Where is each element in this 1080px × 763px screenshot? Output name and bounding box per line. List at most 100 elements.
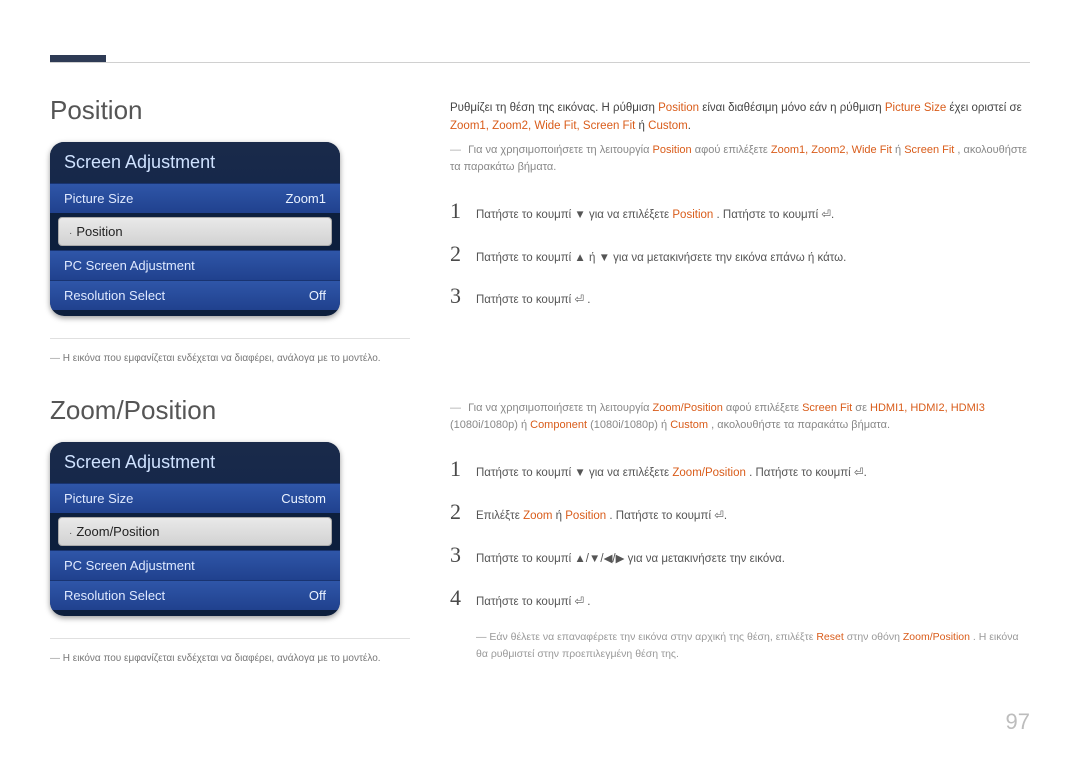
step-body: Πατήστε το κουμπί ⏎ .: [476, 594, 1030, 612]
row-label: Picture Size: [64, 491, 133, 506]
step-2: Επιλέξτε Zoom ή Position . Πατήστε το κο…: [450, 491, 1030, 534]
step-3: Πατήστε το κουμπί ⏎ .: [450, 275, 1030, 318]
t: ή: [556, 510, 566, 522]
section2-title: Zoom/Position: [50, 395, 410, 426]
steps-list: Πατήστε το κουμπί ▼ για να επιλέξετε Pos…: [450, 190, 1030, 318]
step-body: Πατήστε το κουμπί ▼ για να επιλέξετε Zoo…: [476, 465, 1030, 483]
intro-text: Ρυθμίζει τη θέση της εικόνας. Η ρύθμιση …: [450, 100, 1030, 136]
t: (1080i/1080p) ή: [590, 419, 670, 431]
note-text: Η εικόνα που εμφανίζεται ενδέχεται να δι…: [63, 653, 381, 664]
kw-custom: Custom: [648, 120, 688, 132]
t: Για να χρησιμοποιήσετε τη λειτουργία: [468, 402, 652, 414]
dash-icon: ―: [50, 353, 60, 364]
menu-panel-2: Screen Adjustment Picture Size Custom ·Z…: [50, 442, 340, 616]
menu-row-zoom-position[interactable]: ·Zoom/Position: [58, 517, 332, 546]
enter-icon: ⏎: [714, 510, 724, 522]
step-2: Πατήστε το κουμπί ▲ ή ▼ για να μετακινήσ…: [450, 233, 1030, 276]
intro-sub: ― Για να χρησιμοποιήσετε τη λειτουργία P…: [450, 142, 1030, 176]
enter-icon: ⏎: [574, 294, 584, 306]
t: αφού επιλέξετε: [726, 402, 802, 414]
t: Πατήστε το κουμπί: [476, 294, 574, 306]
menu-row-picture-size[interactable]: Picture Size Zoom1: [50, 183, 340, 213]
row-value: Off: [309, 288, 326, 303]
step-body: Πατήστε το κουμπί ⏎ .: [476, 292, 1030, 310]
note-text: Η εικόνα που εμφανίζεται ενδέχεται να δι…: [63, 353, 381, 364]
kw-zoom: Zoom: [523, 510, 552, 522]
t: Εάν θέλετε να επαναφέρετε την εικόνα στη…: [489, 631, 816, 643]
kw-position: Position: [672, 209, 713, 221]
section1-left: Position Screen Adjustment Picture Size …: [50, 95, 410, 366]
section1-right: Ρυθμίζει τη θέση της εικόνας. Η ρύθμιση …: [450, 100, 1030, 318]
menu-panel-1: Screen Adjustment Picture Size Zoom1 · Po…: [50, 142, 340, 316]
page-number: 97: [1006, 709, 1030, 735]
kw-zoom-position: Zoom/Position: [672, 467, 746, 479]
dash-icon: ―: [450, 144, 461, 156]
t: ή: [895, 144, 904, 156]
row-value: Custom: [281, 491, 326, 506]
t: . Πατήστε το κουμπί: [749, 467, 854, 479]
t: Για να χρησιμοποιήσετε τη λειτουργία: [468, 144, 652, 156]
panel-title: Screen Adjustment: [50, 142, 340, 183]
row-label: PC Screen Adjustment: [64, 558, 195, 573]
reset-footnote: ― Εάν θέλετε να επαναφέρετε την εικόνα σ…: [450, 629, 1030, 663]
t: Επιλέξτε: [476, 510, 523, 522]
menu-row-picture-size[interactable]: Picture Size Custom: [50, 483, 340, 513]
t: ή: [639, 120, 649, 132]
row-label-text: Zoom/Position: [76, 524, 159, 539]
section1-title: Position: [50, 95, 410, 126]
kw-custom: Custom: [670, 419, 708, 431]
step-body: Πατήστε το κουμπί ▲ ή ▼ για να μετακινήσ…: [476, 250, 1030, 268]
t: .: [587, 596, 590, 608]
kw-position: Position: [658, 102, 699, 114]
t: Ρυθμίζει τη θέση της εικόνας. Η ρύθμιση: [450, 102, 658, 114]
t: είναι διαθέσιμη μόνο εάν η ρύθμιση: [702, 102, 885, 114]
row-value: Zoom1: [286, 191, 326, 206]
t: (1080i/1080p) ή: [450, 419, 530, 431]
dash-icon: ―: [50, 653, 60, 664]
menu-row-pc-screen[interactable]: PC Screen Adjustment: [50, 550, 340, 580]
row-label: Resolution Select: [64, 588, 165, 603]
t: . Πατήστε το κουμπί: [717, 209, 822, 221]
menu-row-pc-screen[interactable]: PC Screen Adjustment: [50, 250, 340, 280]
kw-hdmi: HDMI1, HDMI2, HDMI3: [870, 402, 985, 414]
kw-picture-size: Picture Size: [885, 102, 946, 114]
row-label: · Position: [69, 224, 123, 239]
steps-list: Πατήστε το κουμπί ▼ για να επιλέξετε Zoo…: [450, 448, 1030, 619]
t: . Πατήστε το κουμπί: [609, 510, 714, 522]
kw-screenfit: Screen Fit: [802, 402, 852, 414]
kw-position: Position: [565, 510, 606, 522]
header-rule: [50, 62, 1030, 63]
t: Πατήστε το κουμπί ▼ για να επιλέξετε: [476, 467, 672, 479]
kw-zoom-position: Zoom/Position: [903, 631, 970, 643]
row-label: Resolution Select: [64, 288, 165, 303]
t: Πατήστε το κουμπί ▼ για να επιλέξετε: [476, 209, 672, 221]
row-label: PC Screen Adjustment: [64, 258, 195, 273]
step-body: Πατήστε το κουμπί ▲/▼/◀/▶ για να μετακιν…: [476, 551, 1030, 569]
step-4: Πατήστε το κουμπί ⏎ .: [450, 577, 1030, 620]
kw-screenfit: Screen Fit: [904, 144, 954, 156]
enter-icon: ⏎: [821, 209, 831, 221]
step-1: Πατήστε το κουμπί ▼ για να επιλέξετε Pos…: [450, 190, 1030, 233]
t: σε: [855, 402, 870, 414]
row-label: ·Zoom/Position: [69, 524, 159, 539]
menu-row-position[interactable]: · Position: [58, 217, 332, 246]
bullet-icon: ·: [69, 228, 72, 239]
step-body: Επιλέξτε Zoom ή Position . Πατήστε το κο…: [476, 508, 1030, 526]
step-body: Πατήστε το κουμπί ▼ για να επιλέξετε Pos…: [476, 207, 1030, 225]
row-label-text: Position: [76, 224, 122, 239]
kw-position: Position: [653, 144, 692, 156]
dash-icon: ―: [450, 402, 461, 414]
kw-opts: Zoom1, Zoom2, Wide Fit, Screen Fit: [450, 120, 635, 132]
enter-icon: ⏎: [574, 596, 584, 608]
t: έχει οριστεί σε: [949, 102, 1021, 114]
panel-note: ― Η εικόνα που εμφανίζεται ενδέχεται να …: [50, 638, 410, 666]
section2-left: Zoom/Position Screen Adjustment Picture …: [50, 395, 410, 666]
section2-right: ― Για να χρησιμοποιήσετε τη λειτουργία Z…: [450, 400, 1030, 663]
menu-row-resolution[interactable]: Resolution Select Off: [50, 280, 340, 310]
row-label: Picture Size: [64, 191, 133, 206]
manual-page: Position Screen Adjustment Picture Size …: [0, 0, 1080, 763]
t: αφού επιλέξετε: [695, 144, 771, 156]
kw-reset: Reset: [816, 631, 843, 643]
panel-note: ― Η εικόνα που εμφανίζεται ενδέχεται να …: [50, 338, 410, 366]
menu-row-resolution[interactable]: Resolution Select Off: [50, 580, 340, 610]
